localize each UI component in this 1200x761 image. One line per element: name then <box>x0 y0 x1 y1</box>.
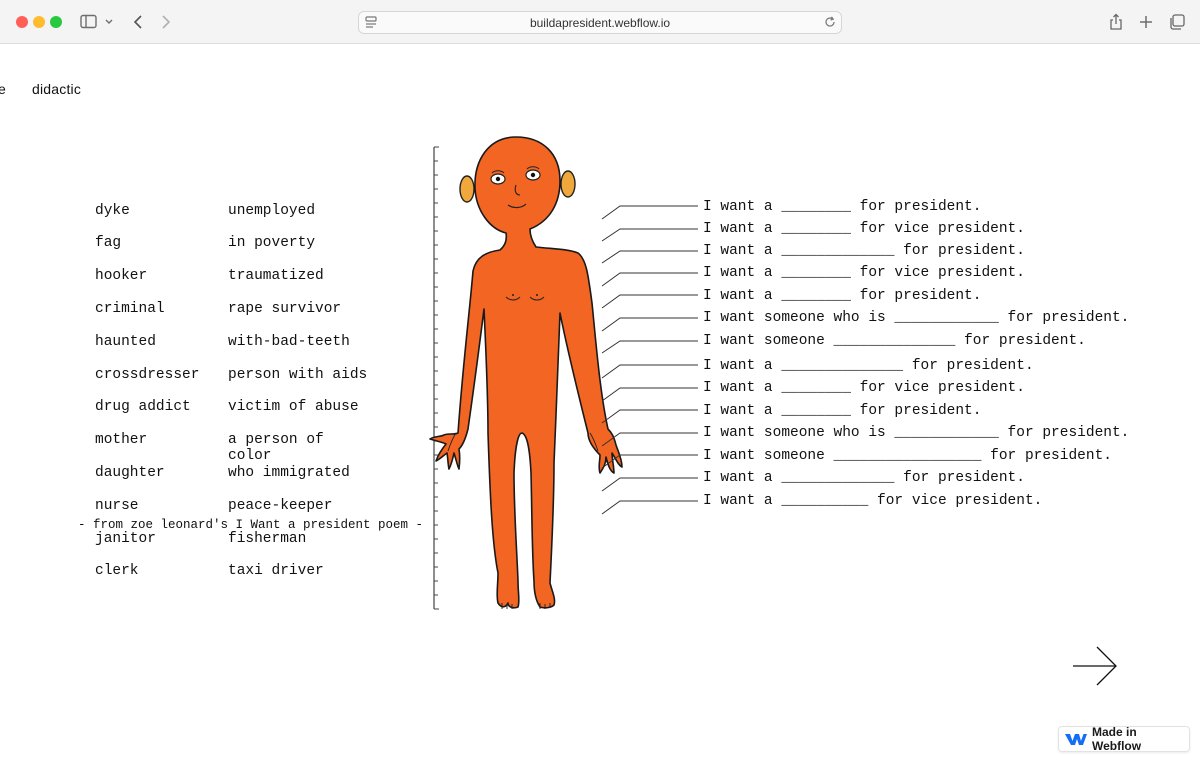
tab-overview-button[interactable] <box>1168 12 1186 32</box>
address-bar[interactable]: buildapresident.webflow.io <box>358 11 842 34</box>
connector-line-2 <box>601 228 698 242</box>
webflow-logo <box>1065 734 1087 745</box>
connector-line-13 <box>601 477 698 492</box>
plus-icon <box>1140 16 1152 28</box>
word-right-person-of-color-line2[interactable]: color <box>228 448 272 464</box>
chevron-right-icon <box>162 15 171 29</box>
word-left-drug-addict[interactable]: drug addict <box>95 399 191 415</box>
made-in-webflow-badge[interactable]: Made in Webflow <box>1058 725 1190 753</box>
word-left-dyke[interactable]: dyke <box>95 203 130 219</box>
close-window-button[interactable] <box>16 16 28 28</box>
maximize-window-button[interactable] <box>50 16 62 28</box>
connector-line-9 <box>601 387 698 402</box>
tab-overview-icon <box>1170 14 1185 30</box>
phrase-7[interactable]: I want someone ______________ for presid… <box>703 333 1086 349</box>
phrase-13[interactable]: I want a _____________ for president. <box>703 470 1025 486</box>
phrase-5[interactable]: I want a ________ for president. <box>703 288 981 304</box>
word-right-person-with-aids[interactable]: person with aids <box>228 367 367 383</box>
word-right-in-poverty[interactable]: in poverty <box>228 235 315 251</box>
phrase-2[interactable]: I want a ________ for vice president. <box>703 221 1025 237</box>
phrase-14[interactable]: I want a __________ for vice president. <box>703 493 1042 509</box>
word-right-taxi-driver[interactable]: taxi driver <box>228 563 324 579</box>
arrow-right-icon <box>1073 646 1117 686</box>
left-pupil <box>495 176 501 182</box>
word-right-with-bad-teeth[interactable]: with-bad-teeth <box>228 334 350 350</box>
word-left-clerk[interactable]: clerk <box>95 563 139 579</box>
word-left-daughter[interactable]: daughter <box>95 465 165 481</box>
connector-line-10 <box>601 409 698 424</box>
word-right-victim-of-abuse[interactable]: victim of abuse <box>228 399 359 415</box>
phrase-1[interactable]: I want a ________ for president. <box>703 199 981 215</box>
share-button[interactable] <box>1108 12 1124 32</box>
connector-line-5 <box>601 294 698 309</box>
figure-body[interactable] <box>429 136 623 609</box>
word-left-janitor[interactable]: janitor <box>95 531 156 547</box>
word-left-hooker[interactable]: hooker <box>95 268 147 284</box>
connector-line-12 <box>601 454 698 469</box>
badge-label: Made in Webflow <box>1091 725 1142 753</box>
connector-line-8 <box>601 364 698 379</box>
connector-line-11 <box>601 432 698 447</box>
word-left-fag[interactable]: fag <box>95 235 121 251</box>
left-ear[interactable] <box>459 175 475 203</box>
right-pupil <box>530 172 536 178</box>
word-right-peace-keeper[interactable]: peace-keeper <box>228 498 332 514</box>
phrase-3[interactable]: I want a _____________ for president. <box>703 243 1025 259</box>
connector-lines <box>601 205 698 515</box>
word-right-unemployed[interactable]: unemployed <box>228 203 315 219</box>
browser-toolbar: buildapresident.webflow.io <box>0 0 1200 44</box>
next-page-button[interactable] <box>1070 645 1122 689</box>
word-right-rape-survivor[interactable]: rape survivor <box>228 301 341 317</box>
poem-attribution: - from zoe leonard's I Want a president … <box>78 518 424 532</box>
word-right-person-of-color-line1[interactable]: a person of <box>228 432 324 448</box>
chevron-left-icon <box>133 15 142 29</box>
word-left-mother[interactable]: mother <box>95 432 147 448</box>
nav-link-partial[interactable]: e <box>0 81 6 97</box>
word-left-crossdresser[interactable]: crossdresser <box>95 367 199 383</box>
right-ear[interactable] <box>560 170 576 198</box>
new-tab-button[interactable] <box>1138 12 1154 32</box>
sidebar-toggle-button[interactable] <box>80 12 114 32</box>
phrase-8[interactable]: I want a ______________ for president. <box>703 358 1034 374</box>
nav-link-didactic[interactable]: didactic <box>32 81 81 97</box>
phrase-10[interactable]: I want a ________ for president. <box>703 403 981 419</box>
word-left-criminal[interactable]: criminal <box>95 301 165 317</box>
phrase-11[interactable]: I want someone who is ____________ for p… <box>703 425 1129 441</box>
connector-line-7 <box>601 340 698 354</box>
phrase-12[interactable]: I want someone _________________ for pre… <box>703 448 1112 464</box>
phrase-6[interactable]: I want someone who is ____________ for p… <box>703 310 1129 326</box>
minimize-window-button[interactable] <box>33 16 45 28</box>
sidebar-icon <box>80 14 113 29</box>
reload-icon[interactable] <box>823 15 837 29</box>
left-nipple <box>512 294 514 296</box>
share-icon <box>1110 13 1122 30</box>
phrase-9[interactable]: I want a ________ for vice president. <box>703 380 1025 396</box>
word-left-nurse[interactable]: nurse <box>95 498 139 514</box>
connector-line-1 <box>601 205 698 220</box>
phrase-4[interactable]: I want a ________ for vice president. <box>703 265 1025 281</box>
word-right-traumatized[interactable]: traumatized <box>228 268 324 284</box>
right-nipple <box>536 294 538 296</box>
connector-line-4 <box>601 272 698 287</box>
webpage: e didactic dyke fag hooker criminal haun… <box>0 45 1200 761</box>
connector-line-6 <box>601 317 698 332</box>
word-left-haunted[interactable]: haunted <box>95 334 156 350</box>
word-right-fisherman[interactable]: fisherman <box>228 531 306 547</box>
back-button[interactable] <box>130 12 146 32</box>
connector-line-14 <box>601 500 698 515</box>
word-right-who-immigrated[interactable]: who immigrated <box>228 465 350 481</box>
connector-line-3 <box>601 250 698 264</box>
forward-button[interactable] <box>158 12 174 32</box>
url-text: buildapresident.webflow.io <box>529 16 671 30</box>
